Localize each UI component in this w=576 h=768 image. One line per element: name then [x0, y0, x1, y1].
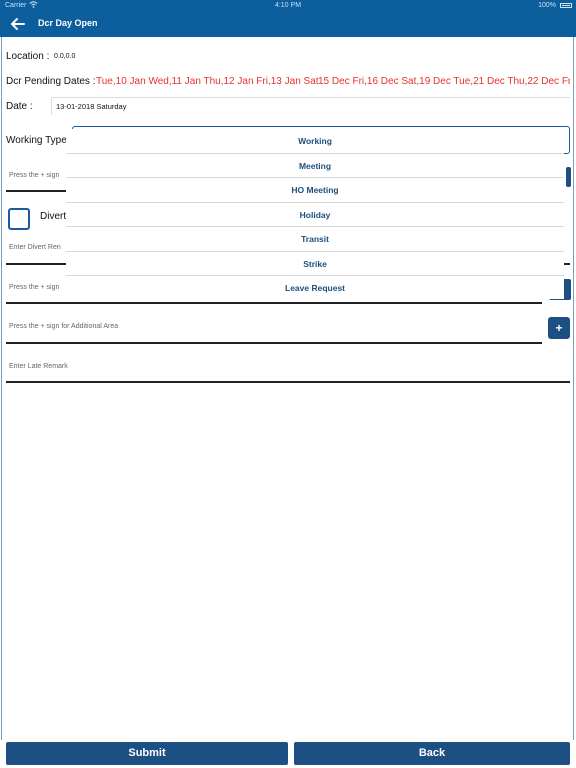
pending-dates-list: Tue,10 Jan Wed,11 Jan Thu,12 Jan Fri,13 … [96, 76, 570, 88]
add-area-button[interactable] [566, 167, 571, 187]
option-holiday[interactable]: Holiday [66, 203, 564, 227]
back-button[interactable]: Back [294, 742, 570, 765]
area-input[interactable]: Press the + sign [9, 172, 59, 179]
submit-button[interactable]: Submit [6, 742, 288, 765]
page-title: Dcr Day Open [38, 18, 98, 28]
option-leave-request[interactable]: Leave Request [66, 276, 564, 301]
location-label: Location : [6, 51, 50, 62]
area2-input[interactable]: Press the + sign [9, 284, 59, 291]
area-underline [6, 190, 68, 192]
option-ho-meeting[interactable]: HO Meeting [66, 178, 564, 203]
late-remark-underline [6, 381, 570, 383]
option-meeting[interactable]: Meeting [66, 154, 564, 178]
late-remark-input[interactable]: Enter Late Remark [9, 363, 68, 370]
pending-dates-text: 15 Dec Fri,16 Dec Sat,19 Dec Tue,21 Dec … [318, 76, 570, 87]
option-working[interactable]: Working [66, 129, 564, 154]
option-strike[interactable]: Strike [66, 252, 564, 276]
divert-remark-input[interactable]: Enter Divert Ren [9, 244, 61, 251]
battery-percent: 100% [538, 2, 556, 9]
battery-icon [560, 3, 572, 8]
date-field[interactable]: 13-01-2018 Saturday [51, 97, 570, 115]
pending-dates-text: Tue,10 Jan Wed,11 Jan Thu,12 Jan Fri,13 … [96, 76, 319, 87]
nav-bar: Dcr Day Open [0, 11, 576, 37]
area2-underline [6, 302, 542, 304]
option-transit[interactable]: Transit [66, 227, 564, 252]
status-time: 4:10 PM [274, 2, 302, 9]
pending-dates-label: Dcr Pending Dates : [6, 76, 96, 87]
additional-area-input[interactable]: Press the + sign for Additional Area [9, 323, 118, 330]
back-arrow-icon[interactable] [8, 14, 28, 34]
date-label: Date : [6, 101, 33, 112]
status-bar: Carrier 4:10 PM 100% [0, 0, 576, 11]
additional-area-underline [6, 342, 542, 344]
working-type-label: Working Type [6, 135, 67, 146]
location-value: 0.0,0.0 [54, 53, 76, 60]
working-type-dropdown: Working Meeting HO Meeting Holiday Trans… [66, 129, 564, 299]
divert-label: Divert [40, 211, 67, 222]
add-additional-area-button[interactable]: + [548, 317, 570, 339]
divert-checkbox[interactable] [8, 208, 30, 230]
